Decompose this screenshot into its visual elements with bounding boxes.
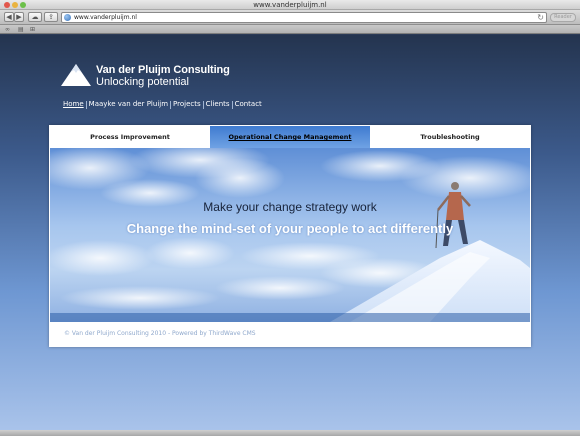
bookmarks-bar: ∞ ▤ ⊞ xyxy=(0,25,580,34)
bookmarks-icon[interactable]: ▤ xyxy=(18,25,24,34)
globe-icon xyxy=(64,14,71,21)
window-title: www.vanderpluijm.nl xyxy=(253,1,327,9)
top-sites-icon[interactable]: ⊞ xyxy=(30,25,35,34)
forward-icon: ▶ xyxy=(16,13,22,21)
mountain-logo-icon[interactable] xyxy=(61,64,91,86)
hero-banner: Make your change strategy work Change th… xyxy=(50,148,530,322)
reload-icon[interactable]: ↻ xyxy=(537,13,544,23)
brand-name: Van der Pluijm Consulting xyxy=(96,64,230,76)
hero-subline: Change the mind-set of your people to ac… xyxy=(126,221,454,236)
reading-list-icon[interactable]: ∞ xyxy=(5,25,10,34)
reader-button[interactable]: Reader xyxy=(550,13,576,22)
tab-operational-change-management[interactable]: Operational Change Management xyxy=(210,126,370,148)
web-page: Van der Pluijm Consulting Unlocking pote… xyxy=(0,35,580,430)
footer-cms-link[interactable]: ThirdWave CMS xyxy=(209,330,256,337)
back-button[interactable]: ◀ xyxy=(4,12,14,22)
tab-process-improvement[interactable]: Process Improvement xyxy=(50,126,210,148)
service-tabs: Process Improvement Operational Change M… xyxy=(50,126,530,148)
page-footer: © Van der Pluijm Consulting 2010 - Power… xyxy=(50,322,530,346)
browser-toolbar: ◀ ▶ ☁ ⇪ www.vanderpluijm.nl ↻ Reader xyxy=(0,10,580,25)
address-bar[interactable]: www.vanderpluijm.nl ↻ xyxy=(61,12,547,23)
window-titlebar: www.vanderpluijm.nl xyxy=(0,0,580,10)
window-bottom-edge xyxy=(0,430,580,436)
url-text: www.vanderpluijm.nl xyxy=(74,14,137,21)
back-icon: ◀ xyxy=(6,13,12,21)
content-panel: Process Improvement Operational Change M… xyxy=(49,125,531,347)
cloud-icon: ☁ xyxy=(31,13,39,21)
nav-item-clients[interactable]: Clients xyxy=(204,100,232,109)
forward-button[interactable]: ▶ xyxy=(14,12,24,22)
share-button[interactable]: ⇪ xyxy=(44,12,58,22)
main-nav: Home Maayke van der Pluijm Projects Clie… xyxy=(63,100,264,109)
tab-troubleshooting[interactable]: Troubleshooting xyxy=(370,126,530,148)
share-icon: ⇪ xyxy=(48,13,54,21)
brand-tagline: Unlocking potential xyxy=(96,76,189,88)
icloud-tabs-button[interactable]: ☁ xyxy=(28,12,42,22)
nav-item-home[interactable]: Home xyxy=(63,100,86,109)
hero-headline: Make your change strategy work xyxy=(203,200,377,214)
nav-item-projects[interactable]: Projects xyxy=(171,100,203,109)
footer-copyright: © Van der Pluijm Consulting 2010 - Power… xyxy=(64,330,207,337)
nav-item-maayke[interactable]: Maayke van der Pluijm xyxy=(87,100,170,109)
nav-item-contact[interactable]: Contact xyxy=(233,100,264,109)
